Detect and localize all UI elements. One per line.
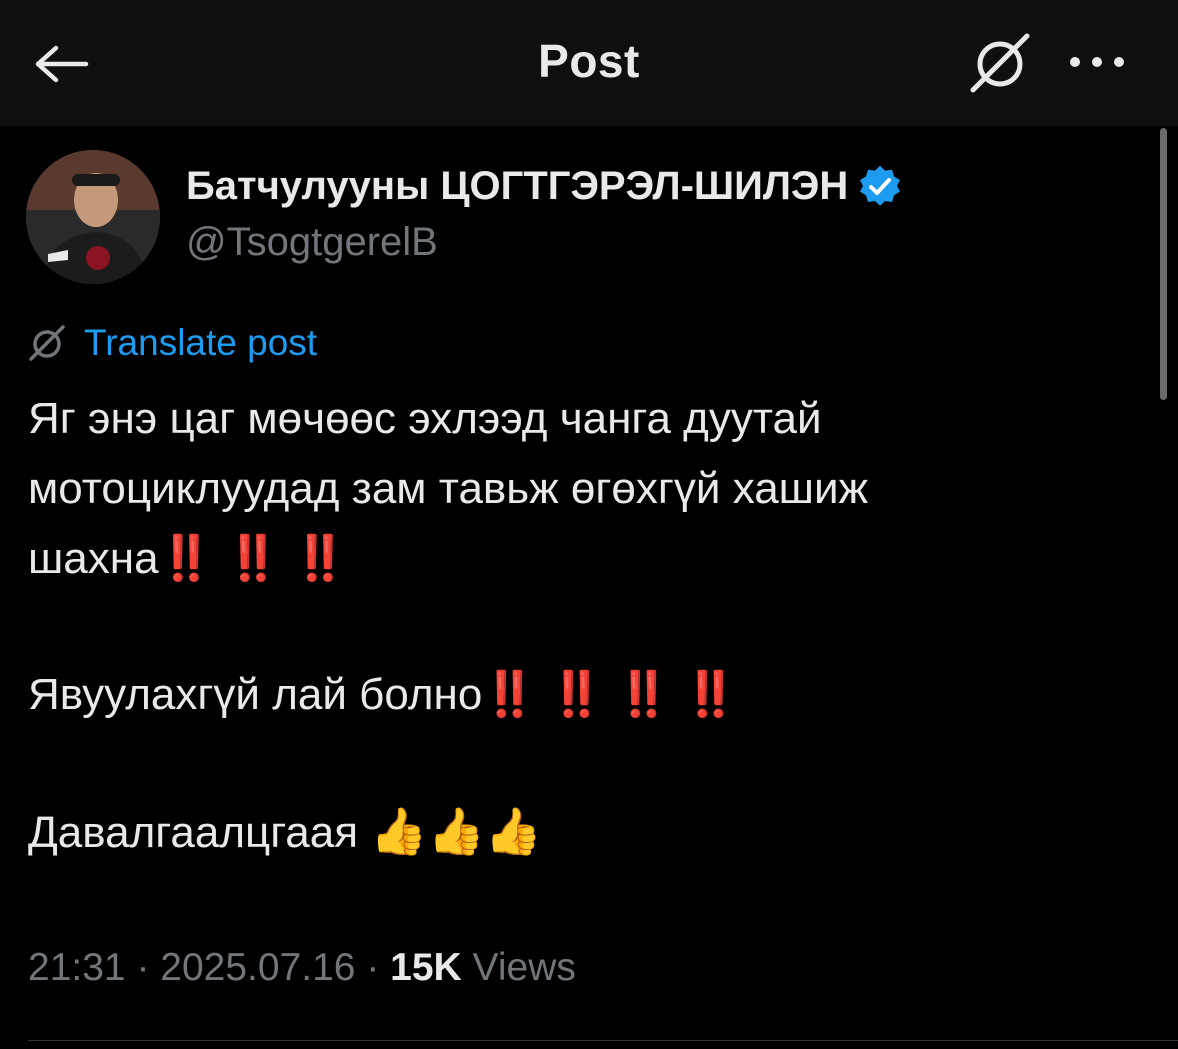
double-exclamation-emoji: ‼️ ‼️ ‼️ — [158, 534, 348, 583]
meta-separator: · — [355, 946, 391, 989]
author-handle[interactable]: @TsogtgerelB — [186, 220, 438, 265]
avatar-image — [26, 150, 160, 284]
post-line-text: Давалгаалцгаая — [28, 808, 371, 857]
post-date[interactable]: 2025.07.16 — [160, 946, 355, 989]
post-metadata: 21:31 · 2025.07.16 · 15K Views — [28, 946, 576, 990]
author-name[interactable]: Батчулууны ЦОГТГЭРЭЛ-ШИЛЭН — [186, 164, 902, 209]
more-horizontal-icon — [1070, 57, 1124, 67]
author-name-text: Батчулууны ЦОГТГЭРЭЛ-ШИЛЭН — [186, 164, 849, 208]
post-line: Яг энэ цаг мөчөөс эхлээд чанга дуутай — [28, 394, 822, 443]
post-text: Яг энэ цаг мөчөөс эхлээд чанга дуутай мо… — [28, 384, 1138, 868]
more-options-button[interactable] — [1062, 40, 1132, 84]
post-line: Давалгаалцгаая 👍👍👍 — [28, 796, 1138, 868]
grok-button[interactable] — [962, 28, 1038, 98]
post-time[interactable]: 21:31 — [28, 946, 126, 989]
meta-separator: · — [125, 946, 161, 989]
post-line: мотоциклуудад зам тавьж өгөхгүй хашиж — [28, 464, 868, 513]
verified-badge-icon — [858, 165, 902, 209]
grok-icon — [970, 33, 1030, 93]
views-label: Views — [461, 946, 576, 989]
post-line: Явуулахгүй лай болно‼️ ‼️ ‼️ ‼️ — [28, 660, 1138, 730]
thumbs-up-emoji: 👍👍👍 — [370, 805, 543, 857]
scrollbar[interactable] — [1160, 128, 1167, 400]
post-line-text: Явуулахгүй лай болно — [28, 670, 483, 719]
translate-post-label: Translate post — [84, 322, 318, 363]
translate-post-link[interactable]: Translate post — [28, 322, 317, 364]
views-count: 15K — [390, 946, 462, 989]
grok-icon — [29, 325, 65, 361]
post-line-text: шахна — [28, 534, 159, 583]
top-app-bar: Post — [0, 0, 1178, 126]
post-line: шахна‼️ ‼️ ‼️ — [28, 524, 1138, 594]
double-exclamation-emoji: ‼️ ‼️ ‼️ ‼️ — [482, 670, 739, 719]
avatar[interactable] — [26, 150, 160, 284]
